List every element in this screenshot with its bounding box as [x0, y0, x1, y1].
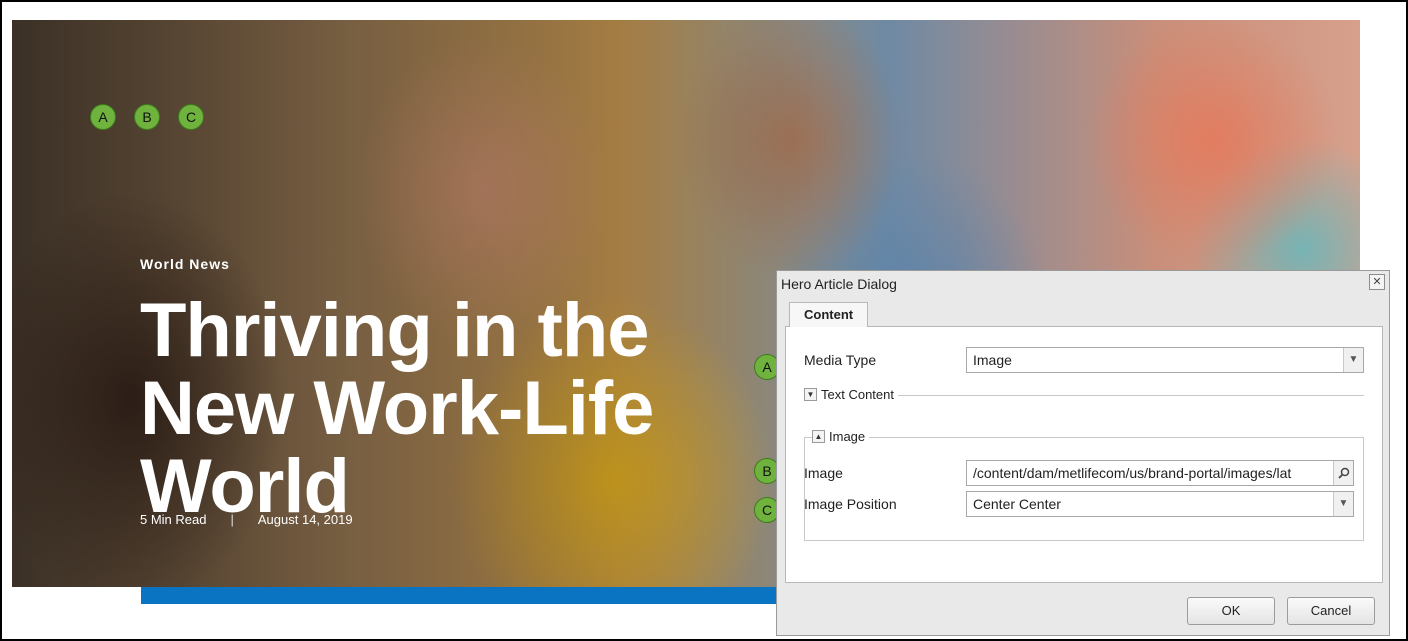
- dialog-footer: OK Cancel: [785, 597, 1381, 625]
- publish-date: August 14, 2019: [257, 512, 353, 527]
- image-row: Image /content/dam/metlifecom/us/brand-p…: [804, 460, 1364, 486]
- marker-c: C: [178, 104, 204, 130]
- chevron-down-icon[interactable]: ▼: [1343, 348, 1363, 372]
- hero-category: World News: [140, 256, 230, 272]
- image-position-row: Image Position Center Center ▼: [804, 491, 1364, 517]
- image-path-field[interactable]: /content/dam/metlifecom/us/brand-portal/…: [966, 460, 1354, 486]
- hero-meta: 5 Min Read | August 14, 2019: [140, 512, 353, 527]
- media-type-select[interactable]: Image ▼: [966, 347, 1364, 373]
- close-icon[interactable]: ✕: [1369, 274, 1385, 290]
- collapse-icon[interactable]: ▲: [812, 430, 825, 443]
- image-position-label: Image Position: [804, 496, 897, 512]
- ok-button[interactable]: OK: [1187, 597, 1275, 625]
- expand-icon[interactable]: ▼: [804, 388, 817, 401]
- dialog-title: Hero Article Dialog: [781, 276, 897, 292]
- cancel-button[interactable]: Cancel: [1287, 597, 1375, 625]
- media-type-value: Image: [973, 352, 1012, 368]
- media-type-row: Media Type Image ▼: [804, 347, 1364, 373]
- image-label: Image: [804, 465, 843, 481]
- tab-content[interactable]: Content: [789, 302, 869, 328]
- marker-a: A: [90, 104, 116, 130]
- text-content-legend: ▼ Text Content: [804, 387, 898, 402]
- media-type-label: Media Type: [804, 352, 877, 368]
- text-content-label: Text Content: [821, 387, 894, 402]
- marker-b: B: [134, 104, 160, 130]
- image-position-select[interactable]: Center Center ▼: [966, 491, 1354, 517]
- hero-article-dialog: Hero Article Dialog ✕ Content Media Type…: [776, 270, 1390, 636]
- image-position-value: Center Center: [973, 496, 1061, 512]
- image-legend: ▲ Image: [812, 429, 870, 444]
- meta-separator: |: [230, 512, 234, 527]
- search-icon[interactable]: [1333, 461, 1353, 485]
- image-fieldset: [804, 437, 1364, 541]
- hero-headline: Thriving in the New Work-Life World: [140, 288, 654, 529]
- dialog-content-panel: Media Type Image ▼ ▼ Text Content ▲ Imag…: [785, 327, 1383, 583]
- image-legend-label: Image: [829, 429, 866, 444]
- read-time: 5 Min Read: [140, 512, 207, 527]
- hero-accent-bar: [141, 587, 781, 604]
- dialog-tab-strip: Content: [785, 299, 1383, 328]
- chevron-down-icon[interactable]: ▼: [1333, 492, 1353, 516]
- image-path-value: /content/dam/metlifecom/us/brand-portal/…: [973, 465, 1292, 481]
